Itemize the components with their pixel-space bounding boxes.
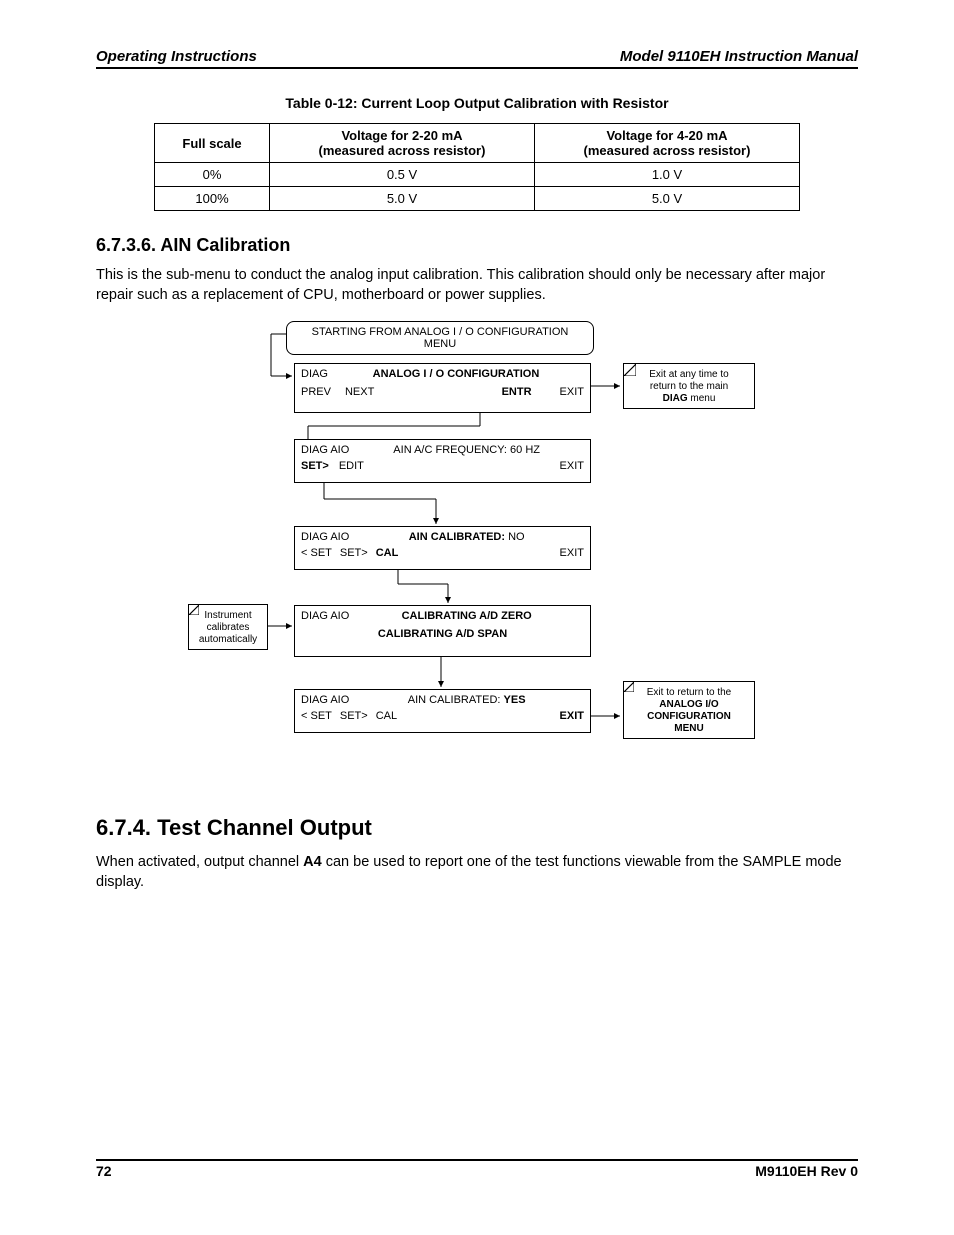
flow-start-text: STARTING FROM ANALOG I / O CONFIGURATION… xyxy=(312,326,569,350)
p2-pre: When activated, output channel xyxy=(96,854,303,870)
note-l3: DIAG menu xyxy=(663,393,716,404)
flow-step-2: DIAG AIO AIN A/C FREQUENCY: 60 HZ SET> E… xyxy=(294,439,591,483)
flow-step-4: DIAG AIO CALIBRATING A/D ZERO CALIBRATIN… xyxy=(294,605,591,657)
table-row: 100% 5.0 V 5.0 V xyxy=(155,187,800,211)
page-header: Operating Instructions Model 9110EH Inst… xyxy=(96,48,858,69)
note-l1: Exit at any time to xyxy=(649,369,728,380)
para-test-channel: When activated, output channel A4 can be… xyxy=(96,853,858,892)
s1-entr: ENTR xyxy=(502,386,532,398)
cell: 1.0 V xyxy=(535,163,800,187)
flow-step-3: DIAG AIO AIN CALIBRATED: NO < SET SET> C… xyxy=(294,526,591,570)
th-v420-l2: (measured across resistor) xyxy=(584,143,751,158)
th-fullscale: Full scale xyxy=(155,124,270,163)
nr2-l4: MENU xyxy=(674,723,703,734)
s5-title: AIN CALIBRATED: YES xyxy=(349,694,584,706)
s3-set: SET> xyxy=(340,547,368,559)
th-v220-l2: (measured across resistor) xyxy=(319,143,486,158)
s1-title: ANALOG I / O CONFIGURATION xyxy=(328,368,584,380)
nr2-l3: CONFIGURATION xyxy=(647,711,731,722)
s5-set: SET> xyxy=(340,710,368,722)
cell: 5.0 V xyxy=(535,187,800,211)
th-v220-l1: Voltage for 2-20 mA xyxy=(341,128,462,143)
s2-edit: EDIT xyxy=(339,460,364,472)
s1-left: DIAG xyxy=(301,368,328,380)
nl-l1: Instrument xyxy=(204,610,251,621)
table-caption: Table 0-12: Current Loop Output Calibrat… xyxy=(96,95,858,111)
note-exit-return: Exit to return to the ANALOG I/O CONFIGU… xyxy=(623,681,755,739)
s3-title: AIN CALIBRATED: NO xyxy=(349,531,584,543)
th-v420: Voltage for 4-20 mA (measured across res… xyxy=(535,124,800,163)
s2-exit: EXIT xyxy=(560,460,584,472)
s5-exit: EXIT xyxy=(560,710,584,722)
s2-set: SET> xyxy=(301,460,329,472)
s2-title: AIN A/C FREQUENCY: 60 HZ xyxy=(349,444,584,456)
nr2-l2: ANALOG I/O xyxy=(659,699,718,710)
s1-next: NEXT xyxy=(345,386,374,398)
calibration-table: Full scale Voltage for 2-20 mA (measured… xyxy=(154,123,800,211)
nl-l3: automatically xyxy=(199,634,257,645)
header-left: Operating Instructions xyxy=(96,48,257,65)
para-ain: This is the sub-menu to conduct the anal… xyxy=(96,266,858,305)
nr2-l1: Exit to return to the xyxy=(647,687,732,698)
flow-diagram: STARTING FROM ANALOG I / O CONFIGURATION… xyxy=(96,321,858,791)
s1-prev: PREV xyxy=(301,386,331,398)
fold-icon xyxy=(624,682,634,692)
s2-left: DIAG AIO xyxy=(301,444,349,456)
note-auto-calibrate: Instrument calibrates automatically xyxy=(188,604,268,650)
cell: 0% xyxy=(155,163,270,187)
fold-icon xyxy=(189,605,199,615)
s3-cal: CAL xyxy=(376,547,399,559)
nl-l2: calibrates xyxy=(207,622,250,633)
fold-icon xyxy=(624,364,636,376)
p2-bold: A4 xyxy=(303,854,322,870)
th-v420-l1: Voltage for 4-20 mA xyxy=(606,128,727,143)
th-v220: Voltage for 2-20 mA (measured across res… xyxy=(270,124,535,163)
s1-exit: EXIT xyxy=(560,386,584,398)
s5-lset: < SET xyxy=(301,710,332,722)
table-row: 0% 0.5 V 1.0 V xyxy=(155,163,800,187)
header-right: Model 9110EH Instruction Manual xyxy=(620,48,858,65)
page: Operating Instructions Model 9110EH Inst… xyxy=(0,0,954,1235)
note-l2: return to the main xyxy=(650,381,728,392)
s3-left: DIAG AIO xyxy=(301,531,349,543)
heading-ain-calibration: 6.7.3.6. AIN Calibration xyxy=(96,235,858,256)
s5-cal: CAL xyxy=(376,710,397,722)
heading-test-channel: 6.7.4. Test Channel Output xyxy=(96,815,858,841)
cell: 100% xyxy=(155,187,270,211)
page-footer: 72 M9110EH Rev 0 xyxy=(96,1159,858,1179)
cell: 0.5 V xyxy=(270,163,535,187)
flow-step-5: DIAG AIO AIN CALIBRATED: YES < SET SET> … xyxy=(294,689,591,733)
s4-line2: CALIBRATING A/D SPAN xyxy=(378,628,507,640)
s3-lset: < SET xyxy=(301,547,332,559)
flow-start: STARTING FROM ANALOG I / O CONFIGURATION… xyxy=(286,321,594,355)
footer-page: 72 xyxy=(96,1163,112,1179)
note-exit-anytime: Exit at any time to return to the main D… xyxy=(623,363,755,409)
flow-step-1: DIAG ANALOG I / O CONFIGURATION PREV NEX… xyxy=(294,363,591,413)
s5-left: DIAG AIO xyxy=(301,694,349,706)
s3-exit: EXIT xyxy=(560,547,584,559)
s4-line1: CALIBRATING A/D ZERO xyxy=(349,610,584,622)
s4-left: DIAG AIO xyxy=(301,610,349,622)
footer-rev: M9110EH Rev 0 xyxy=(755,1163,858,1179)
cell: 5.0 V xyxy=(270,187,535,211)
